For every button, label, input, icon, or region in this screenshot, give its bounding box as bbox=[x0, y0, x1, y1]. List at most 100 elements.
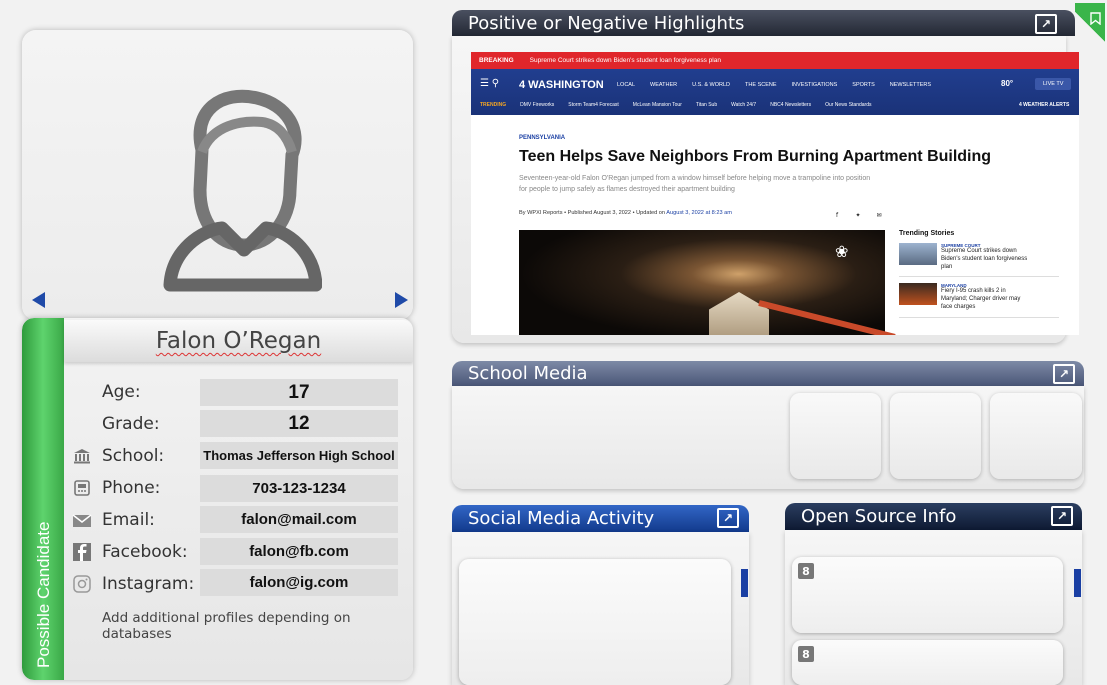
trending-link[interactable]: Storm Team4 Forecast bbox=[568, 102, 618, 108]
burning-house-shape bbox=[709, 292, 769, 335]
fire-ladder-shape bbox=[758, 300, 896, 335]
highlights-panel-header: Positive or Negative Highlights bbox=[452, 10, 1075, 36]
trending-label: TRENDING bbox=[480, 102, 507, 108]
nav-link[interactable]: LOCAL bbox=[617, 82, 635, 88]
email-share-icon[interactable]: ✉ bbox=[873, 209, 885, 221]
google-icon: 8 bbox=[798, 563, 814, 579]
trending-link[interactable]: Our News Standards bbox=[825, 102, 871, 108]
school-media-tile[interactable] bbox=[790, 393, 881, 479]
article-kicker[interactable]: PENNSYLVANIA bbox=[519, 135, 565, 141]
social-post-card[interactable] bbox=[459, 559, 731, 685]
highlights-panel-title: Positive or Negative Highlights bbox=[468, 12, 745, 34]
trending-link[interactable]: DMV Fireworks bbox=[520, 102, 554, 108]
phone-icon bbox=[72, 478, 92, 498]
story-title: Fiery I-95 crash kills 2 in Maryland; Ch… bbox=[941, 288, 1021, 310]
site-brand[interactable]: 4 WASHINGTON bbox=[519, 79, 604, 91]
trending-story[interactable]: MARYLAND Fiery I-95 crash kills 2 in Mar… bbox=[899, 283, 1059, 318]
trending-stories: Trending Stories SUPREME COURT Supreme C… bbox=[899, 230, 1059, 324]
story-thumbnail bbox=[899, 283, 937, 306]
grade-value: 12 bbox=[200, 410, 398, 437]
trending-link[interactable]: McLean Mansion Tour bbox=[633, 102, 682, 108]
breaking-text: Supreme Court strikes down Biden's stude… bbox=[529, 57, 721, 64]
article-photo: ❀ bbox=[519, 230, 896, 335]
google-icon: 8 bbox=[798, 646, 814, 662]
trending-bar: TRENDING DMV Fireworks Storm Team4 Forec… bbox=[480, 102, 872, 108]
next-photo-arrow-icon[interactable] bbox=[395, 292, 408, 308]
trending-story[interactable]: SUPREME COURT Supreme Court strikes down… bbox=[899, 243, 1059, 278]
phone-label: Phone: bbox=[102, 478, 161, 498]
additional-profiles-note: Add additional profiles depending on dat… bbox=[102, 610, 351, 642]
grade-label: Grade: bbox=[102, 414, 160, 434]
school-media-panel-header: School Media bbox=[452, 361, 1084, 386]
social-media-panel-header: Social Media Activity bbox=[452, 505, 749, 532]
previous-photo-arrow-icon[interactable] bbox=[32, 292, 45, 308]
facebook-share-icon[interactable]: f bbox=[831, 209, 843, 221]
candidate-status-label: Possible Candidate bbox=[34, 521, 53, 668]
profile-details-card: Possible Candidate Falon O’Regan Age: 17… bbox=[22, 318, 413, 680]
open-source-panel-header: Open Source Info bbox=[785, 503, 1082, 530]
news-article-screenshot[interactable]: BREAKING Supreme Court strikes down Bide… bbox=[471, 52, 1079, 335]
school-media-panel-title: School Media bbox=[468, 363, 588, 384]
trending-link[interactable]: Titan Sub bbox=[696, 102, 717, 108]
nav-link[interactable]: WEATHER bbox=[650, 82, 677, 88]
trending-stories-header: Trending Stories bbox=[899, 230, 955, 237]
nav-links: LOCAL WEATHER U.S. & WORLD THE SCENE INV… bbox=[617, 82, 931, 88]
school-value: Thomas Jefferson High School bbox=[200, 442, 398, 469]
open-source-expand-icon[interactable]: ↗ bbox=[1051, 506, 1073, 526]
instagram-icon bbox=[72, 574, 92, 594]
nav-link[interactable]: U.S. & WORLD bbox=[692, 82, 730, 88]
open-source-scrollbar[interactable] bbox=[1074, 569, 1081, 597]
weather-alerts-link[interactable]: 4 WEATHER ALERTS bbox=[1019, 102, 1069, 108]
school-media-expand-icon[interactable]: ↗ bbox=[1053, 364, 1075, 384]
open-source-panel-title: Open Source Info bbox=[801, 506, 957, 527]
trending-link[interactable]: Watch 24/7 bbox=[731, 102, 756, 108]
envelope-icon bbox=[72, 511, 92, 531]
byline-date-link[interactable]: August 3, 2022 at 8:23 am bbox=[666, 210, 732, 216]
facebook-label: Facebook: bbox=[102, 542, 188, 562]
social-media-expand-icon[interactable]: ↗ bbox=[717, 508, 739, 528]
story-title: Supreme Court strikes down Biden's stude… bbox=[941, 248, 1028, 270]
profile-photo-card bbox=[22, 30, 413, 320]
candidate-name: Falon O’Regan bbox=[155, 328, 322, 354]
live-tv-button[interactable]: LIVE TV bbox=[1035, 78, 1072, 90]
phone-value: 703-123-1234 bbox=[200, 475, 398, 502]
instagram-label: Instagram: bbox=[102, 574, 195, 594]
temperature[interactable]: 80° bbox=[1001, 79, 1013, 88]
byline-text: By WPXI Reports • Published August 3, 20… bbox=[519, 210, 667, 216]
trending-link[interactable]: NBC4 Newsletters bbox=[770, 102, 811, 108]
age-value: 17 bbox=[200, 379, 398, 406]
peacock-logo-icon: ❀ bbox=[835, 242, 849, 261]
article-dek: Seventeen-year-old Falon O'Regan jumped … bbox=[519, 175, 871, 193]
menu-icon[interactable]: ☰ ⚲ bbox=[480, 78, 499, 89]
email-value[interactable]: falon@mail.com bbox=[200, 506, 398, 533]
school-media-tile[interactable] bbox=[990, 393, 1082, 479]
candidate-status-tab[interactable]: Possible Candidate bbox=[22, 318, 64, 680]
site-nav: ☰ ⚲ 4 WASHINGTON LOCAL WEATHER U.S. & WO… bbox=[471, 69, 1079, 115]
nav-link[interactable]: THE SCENE bbox=[745, 82, 776, 88]
search-result-card[interactable]: 8 bbox=[792, 640, 1063, 685]
social-scrollbar[interactable] bbox=[741, 569, 748, 597]
school-label: School: bbox=[102, 446, 165, 466]
instagram-value[interactable]: falon@ig.com bbox=[200, 569, 398, 596]
name-bar: Falon O’Regan bbox=[64, 320, 413, 362]
article-byline: By WPXI Reports • Published August 3, 20… bbox=[519, 210, 732, 216]
breaking-label: BREAKING bbox=[479, 57, 514, 64]
highlights-expand-icon[interactable]: ↗ bbox=[1035, 14, 1057, 34]
age-label: Age: bbox=[102, 382, 141, 402]
bookmark-flag[interactable] bbox=[1075, 3, 1105, 51]
school-media-tile[interactable] bbox=[890, 393, 981, 479]
search-result-card[interactable]: 8 bbox=[792, 557, 1063, 633]
breaking-news-bar[interactable]: BREAKING Supreme Court strikes down Bide… bbox=[471, 52, 1079, 69]
nav-link[interactable]: NEWSLETTERS bbox=[890, 82, 931, 88]
nav-link[interactable]: SPORTS bbox=[852, 82, 875, 88]
email-label: Email: bbox=[102, 510, 155, 530]
share-buttons: f ✦ ✉ bbox=[831, 209, 885, 221]
nav-link[interactable]: INVESTIGATIONS bbox=[792, 82, 838, 88]
bookmark-icon bbox=[1090, 12, 1101, 25]
social-media-panel-title: Social Media Activity bbox=[468, 508, 655, 529]
user-avatar-icon bbox=[163, 89, 322, 292]
twitter-share-icon[interactable]: ✦ bbox=[852, 209, 864, 221]
facebook-value[interactable]: falon@fb.com bbox=[200, 538, 398, 565]
story-thumbnail bbox=[899, 243, 937, 265]
facebook-icon bbox=[72, 542, 92, 562]
